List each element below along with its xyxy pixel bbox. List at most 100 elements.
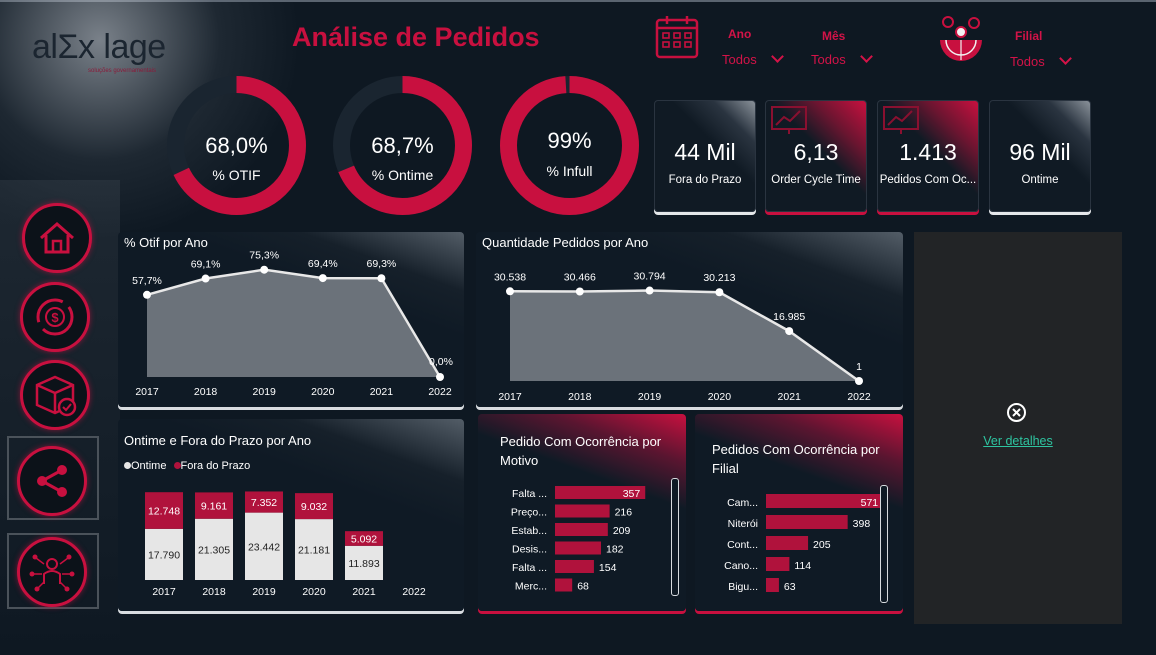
close-icon[interactable] [1007, 403, 1026, 422]
home-icon [40, 222, 74, 254]
data-point [785, 327, 794, 336]
bar-label-fora-prazo: 12.748 [148, 506, 180, 518]
panel-otif-por-ano: % Otif por Ano 57,7% 2017 69,1% 2018 75,3% 20… [118, 232, 464, 407]
x-tick-label: 2018 [568, 391, 592, 403]
x-tick-label: 2022 [428, 386, 452, 398]
category-label: Niterói [728, 518, 758, 530]
company-logo: alΣx lage soluções governamentais [32, 28, 197, 78]
bar-value-label: 114 [794, 560, 811, 572]
page-title: Análise de Pedidos [292, 22, 540, 52]
kpi-ontime: 96 Mil Ontime [989, 100, 1091, 212]
x-tick-label: 2021 [370, 386, 394, 398]
filter-ano-value: Todos [722, 52, 757, 67]
chart-filial-svg: Cam... 571 Niterói 398 Cont... 205 Cano... 114 B… [724, 494, 884, 593]
category-label: Cont... [727, 539, 758, 551]
branch-globe-icon [936, 12, 986, 66]
data-point [715, 288, 724, 297]
category-label: Desis... [512, 544, 547, 556]
nav-financeiro-button[interactable]: $ [20, 282, 90, 352]
bar-label-ontime: 21.181 [298, 545, 330, 557]
gauge-otif-value: 68,0% [205, 133, 268, 158]
bar-value-label: 63 [784, 581, 796, 593]
x-tick-label: 2019 [638, 391, 662, 403]
logo-subtitle: soluções governamentais [88, 68, 157, 74]
gauge-ontime: 68,7% % Ontime [330, 73, 475, 223]
data-label: 16.985 [773, 311, 805, 323]
panel-quantidade-pedidos: Quantidade Pedidos por Ano 30.538 2017 30.… [476, 232, 903, 407]
category-label: Bigu... [728, 581, 758, 593]
filter-filial-value: Todos [1010, 54, 1045, 69]
bar-value-label: 357 [623, 488, 641, 500]
data-label: 69,3% [367, 258, 397, 270]
chart-ontime-fora-svg: 2017 17.790 12.748 2018 21.305 9.161 2019 23.44… [145, 491, 426, 598]
gauge-otif-label: % OTIF [212, 167, 261, 183]
bar-label-fora-prazo: 5.092 [351, 533, 377, 545]
category-label: Cam... [727, 497, 758, 509]
x-tick-label: 2019 [252, 586, 276, 598]
motivo-scrollbar[interactable] [671, 478, 679, 596]
bar [766, 536, 809, 550]
x-tick-label: 2018 [202, 586, 226, 598]
filter-mes-dropdown[interactable]: Todos [811, 50, 874, 69]
bar-value-label: 182 [606, 544, 624, 556]
nav-share-button[interactable] [17, 446, 87, 516]
data-point [855, 376, 863, 385]
ver-detalhes-link[interactable]: Ver detalhes [914, 434, 1122, 448]
bar-value-label: 398 [853, 518, 871, 530]
x-tick-label: 2017 [152, 586, 176, 598]
data-label: 30.538 [494, 271, 526, 283]
data-point [143, 290, 151, 299]
category-label: Preço... [511, 507, 547, 519]
data-point [318, 274, 327, 283]
data-label: 30.213 [703, 272, 735, 284]
data-point [260, 265, 269, 274]
money-cycle-icon: $ [36, 298, 74, 336]
chart-motivo-svg: Falta ... 357 Preço... 216 Estab... 209 Desis.… [511, 486, 646, 593]
gauge-infull-value: 99% [547, 128, 592, 153]
data-label: 69,4% [308, 258, 338, 270]
filter-filial-dropdown[interactable]: Todos [1010, 52, 1073, 71]
data-point [436, 373, 444, 381]
bar [555, 523, 608, 536]
calendar-icon [654, 14, 700, 60]
nav-entrega-button[interactable] [20, 360, 90, 430]
bar [555, 541, 602, 555]
bar-label-ontime: 23.442 [248, 541, 280, 553]
data-label: 0,0% [429, 356, 453, 368]
bar-label-fora-prazo: 7.352 [251, 497, 277, 509]
bar [555, 560, 594, 573]
filter-ano-dropdown[interactable]: Todos [722, 50, 785, 69]
bar [766, 515, 848, 529]
area-fill [510, 290, 859, 381]
area-fill [147, 269, 440, 377]
data-point [377, 274, 386, 283]
kpi-fora-do-prazo: 44 Mil Fora do Prazo [654, 100, 756, 212]
nav-home-button[interactable] [22, 203, 92, 273]
x-tick-label: 2020 [302, 586, 326, 598]
panel-ocorrencia-motivo: Pedido Com Ocorrência por Motivo Falta .… [478, 414, 686, 611]
bar-value-label: 216 [615, 507, 633, 519]
presentation-chart-icon [883, 106, 919, 134]
filial-scrollbar[interactable] [880, 485, 888, 603]
bar-value-label: 68 [577, 581, 589, 593]
data-point [575, 287, 584, 296]
bar-label-fora-prazo: 9.161 [201, 501, 227, 513]
category-label: Falta ... [512, 562, 547, 574]
bar-label-fora-prazo: 9.032 [301, 501, 327, 513]
x-tick-label: 2017 [135, 386, 159, 398]
bar [766, 578, 779, 592]
kpi-value: 1.413 [899, 139, 957, 165]
data-label: 75,3% [249, 250, 279, 262]
kpi-order-cycle-time: 6,13 Order Cycle Time [765, 100, 867, 212]
filter-ano-label: Ano [728, 27, 752, 41]
logo-text: alΣx lage [32, 28, 166, 66]
x-tick-label: 2021 [352, 586, 376, 598]
kpi-label: Order Cycle Time [771, 174, 861, 186]
bar-value-label: 154 [599, 562, 617, 574]
filter-mes-value: Todos [811, 52, 846, 67]
filter-mes-label: Mês [822, 29, 846, 43]
nav-network-button[interactable] [17, 537, 87, 607]
kpi-value: 6,13 [793, 139, 839, 165]
bar [555, 578, 573, 592]
x-tick-label: 2017 [498, 391, 522, 403]
